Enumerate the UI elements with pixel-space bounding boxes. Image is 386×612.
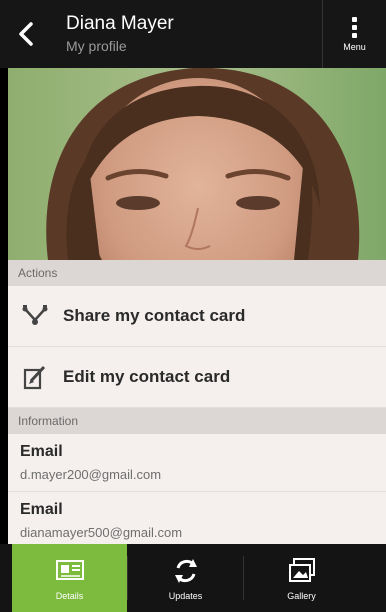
share-contact-card-label: Share my contact card [63, 306, 246, 325]
page-title: Diana Mayer [66, 13, 174, 34]
email-row[interactable]: Email d.mayer200@gmail.com [8, 434, 386, 492]
tab-gallery[interactable]: Gallery [244, 544, 359, 612]
share-icon [20, 301, 50, 331]
email-label: Email [20, 501, 63, 518]
bottom-navigation: Details Updates Gallery [0, 544, 386, 612]
menu-button[interactable]: Menu [322, 0, 386, 68]
edit-contact-card-label: Edit my contact card [63, 367, 231, 386]
page-subtitle: My profile [66, 38, 127, 54]
share-contact-card-row[interactable]: Share my contact card [8, 286, 386, 347]
edit-contact-card-row[interactable]: Edit my contact card [8, 347, 386, 408]
tab-updates-label: Updates [168, 591, 203, 601]
actions-section-header: Actions [8, 260, 386, 286]
tab-details-label: Details [55, 591, 84, 601]
menu-label: Menu [343, 41, 366, 52]
email-value: dianamayer500@gmail.com [20, 525, 183, 540]
back-button[interactable] [0, 0, 52, 68]
app-header: Diana Mayer My profile Menu [0, 0, 386, 68]
tab-updates[interactable]: Updates [128, 544, 243, 612]
email-label: Email [20, 443, 63, 460]
profile-content[interactable]: Actions Share my contact card Edit my co… [8, 260, 386, 544]
profile-photo[interactable] [8, 68, 386, 260]
refresh-icon [171, 555, 201, 587]
gallery-icon [286, 555, 318, 587]
back-chevron-icon [19, 22, 33, 46]
tab-details[interactable]: Details [12, 544, 127, 612]
header-title-block: Diana Mayer My profile [52, 0, 322, 68]
edit-icon [20, 362, 50, 392]
information-section-header: Information [8, 408, 386, 434]
details-card-icon [55, 555, 85, 587]
email-row[interactable]: Email dianamayer500@gmail.com [8, 492, 386, 544]
overflow-menu-icon [352, 16, 357, 38]
email-value: d.mayer200@gmail.com [20, 467, 162, 482]
tab-gallery-label: Gallery [287, 591, 316, 601]
